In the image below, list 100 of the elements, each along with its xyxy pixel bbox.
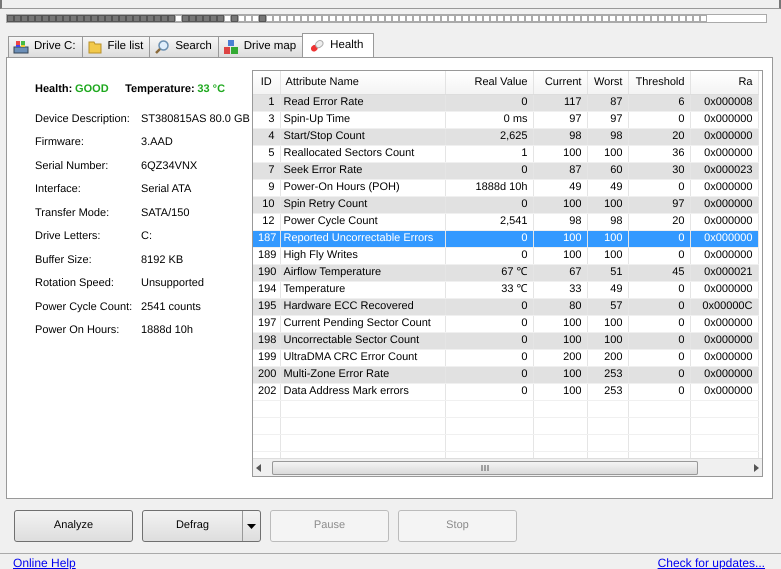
table-row[interactable]: 197 Current Pending Sector Count 0 100 100 0 0x000000	[253, 315, 758, 332]
table-row[interactable]: 190 Airflow Temperature 67 ℃ 67 51 45 0x000021	[253, 264, 758, 281]
table-cell: 80	[533, 298, 587, 315]
column-header[interactable]: Attribute Name	[280, 71, 445, 94]
info-label: Rotation Speed:	[35, 277, 115, 290]
column-header[interactable]: Real Value	[445, 71, 533, 94]
table-cell: 100	[533, 230, 587, 247]
table-row[interactable]: 3 Spin-Up Time 0 ms 97 97 0 0x000000	[253, 111, 758, 128]
table-cell: 100	[587, 332, 628, 349]
info-label: Transfer Mode:	[35, 206, 110, 220]
info-value: 1888d 10h	[141, 324, 193, 338]
table-cell: 2,625	[445, 128, 533, 145]
table-cell: 0x000021	[690, 264, 758, 281]
table-cell: 30	[628, 162, 690, 179]
table-cell: Reported Uncorrectable Errors	[280, 230, 445, 247]
tab[interactable]: File list	[82, 36, 150, 57]
action-button[interactable]: Defrag	[142, 510, 261, 542]
table-cell: 60	[587, 162, 628, 179]
table-cell: 0	[628, 281, 690, 298]
table-row[interactable]: 9 Power-On Hours (POH) 1888d 10h 49 49 0 0x000000	[253, 179, 758, 196]
info-label: Device Description:	[35, 112, 131, 126]
health-label: Health:	[35, 83, 72, 96]
horizontal-scrollbar[interactable]	[253, 458, 762, 476]
action-button[interactable]: Analyze	[14, 510, 133, 542]
table-row[interactable]: 200 Multi-Zone Error Rate 0 100 253 0 0x000000	[253, 366, 758, 383]
table-cell: Uncorrectable Sector Count	[280, 332, 445, 349]
table-cell: 1	[253, 94, 280, 111]
table-cell: 0x000000	[690, 383, 758, 400]
table-cell: 189	[253, 247, 280, 264]
table-cell: 190	[253, 264, 280, 281]
column-header[interactable]: Ra	[690, 71, 758, 94]
table-cell: 49	[587, 281, 628, 298]
temperature-value: 33 °C	[197, 83, 226, 96]
table-cell: 0	[445, 94, 533, 111]
table-cell: Read Error Rate	[280, 94, 445, 111]
table-row[interactable]: 195 Hardware ECC Recovered 0 80 57 0 0x00000C	[253, 298, 758, 315]
table-cell: Power-On Hours (POH)	[280, 179, 445, 196]
table-row[interactable]: 202 Data Address Mark errors 0 100 253 0 0x000000	[253, 383, 758, 400]
table-row[interactable]: 198 Uncorrectable Sector Count 0 100 100 0 0x000000	[253, 332, 758, 349]
table-cell: 197	[253, 315, 280, 332]
table-cell: 49	[533, 179, 587, 196]
table-cell: Spin-Up Time	[280, 111, 445, 128]
search-icon	[154, 39, 170, 55]
table-cell: 0	[628, 349, 690, 366]
table-row[interactable]: 189 High Fly Writes 0 100 100 0 0x000000	[253, 247, 758, 264]
info-value: Serial ATA	[141, 183, 192, 196]
table-cell: 0	[445, 315, 533, 332]
table-cell: 202	[253, 383, 280, 400]
column-header[interactable]: Worst	[587, 71, 628, 94]
tab[interactable]: Drive C:	[8, 36, 83, 57]
info-label: Firmware:	[35, 136, 85, 150]
info-value: 6QZ34VNX	[141, 160, 198, 173]
table-cell: 0x000000	[690, 281, 758, 298]
temperature-label: Temperature:	[125, 83, 195, 96]
info-value: Unsupported	[141, 277, 204, 290]
column-header[interactable]: Threshold	[628, 71, 690, 94]
table-row[interactable]: 10 Spin Retry Count 0 100 100 97 0x000000	[253, 196, 758, 213]
table-cell: 45	[628, 264, 690, 281]
table-cell: 199	[253, 349, 280, 366]
table-cell: 0	[628, 298, 690, 315]
table-cell: 100	[533, 366, 587, 383]
table-cell: 0	[445, 383, 533, 400]
table-row[interactable]: 4 Start/Stop Count 2,625 98 98 20 0x000000	[253, 128, 758, 145]
table-cell: 49	[587, 179, 628, 196]
table-cell: 253	[587, 383, 628, 400]
table-cell: High Fly Writes	[280, 247, 445, 264]
table-cell: 33 ℃	[445, 281, 533, 298]
table-row[interactable]: 7 Seek Error Rate 0 87 60 30 0x000023	[253, 162, 758, 179]
table-cell: 100	[533, 196, 587, 213]
table-cell: Power Cycle Count	[280, 213, 445, 230]
table-row[interactable]: 194 Temperature 33 ℃ 33 49 0 0x000000	[253, 281, 758, 298]
scroll-thumb[interactable]	[272, 460, 698, 474]
column-header[interactable]: ID	[253, 71, 280, 94]
table-cell: 0x000000	[690, 196, 758, 213]
table-cell: 0	[628, 383, 690, 400]
table-cell: 0x000000	[690, 230, 758, 247]
table-cell: 100	[533, 145, 587, 162]
table-cell: Temperature	[280, 281, 445, 298]
tab[interactable]: Drive map	[218, 36, 304, 57]
table-cell: 87	[587, 94, 628, 111]
column-header[interactable]: Current	[533, 71, 587, 94]
drive-icon	[13, 39, 29, 55]
tab[interactable]: Search	[149, 36, 219, 57]
table-row[interactable]: 1 Read Error Rate 0 117 87 6 0x000008	[253, 94, 758, 111]
table-cell: 97	[587, 111, 628, 128]
table-cell: 100	[587, 196, 628, 213]
table-row[interactable]: 12 Power Cycle Count 2,541 98 98 20 0x000000	[253, 213, 758, 230]
table-cell: 33	[533, 281, 587, 298]
table-cell: 0x000000	[690, 332, 758, 349]
table-row[interactable]: 5 Reallocated Sectors Count 1 100 100 36 0x000000	[253, 145, 758, 162]
table-cell: Multi-Zone Error Rate	[280, 366, 445, 383]
table-cell: 187	[253, 230, 280, 247]
tab[interactable]: Health	[302, 33, 374, 57]
table-cell: Airflow Temperature	[280, 264, 445, 281]
table-cell: 0x00000C	[690, 298, 758, 315]
table-cell: 200	[587, 349, 628, 366]
table-row[interactable]: 199 UltraDMA CRC Error Count 0 200 200 0 0x000000	[253, 349, 758, 366]
pill-icon	[309, 38, 326, 54]
table-cell: 0	[628, 247, 690, 264]
table-cell: 0x000000	[690, 111, 758, 128]
